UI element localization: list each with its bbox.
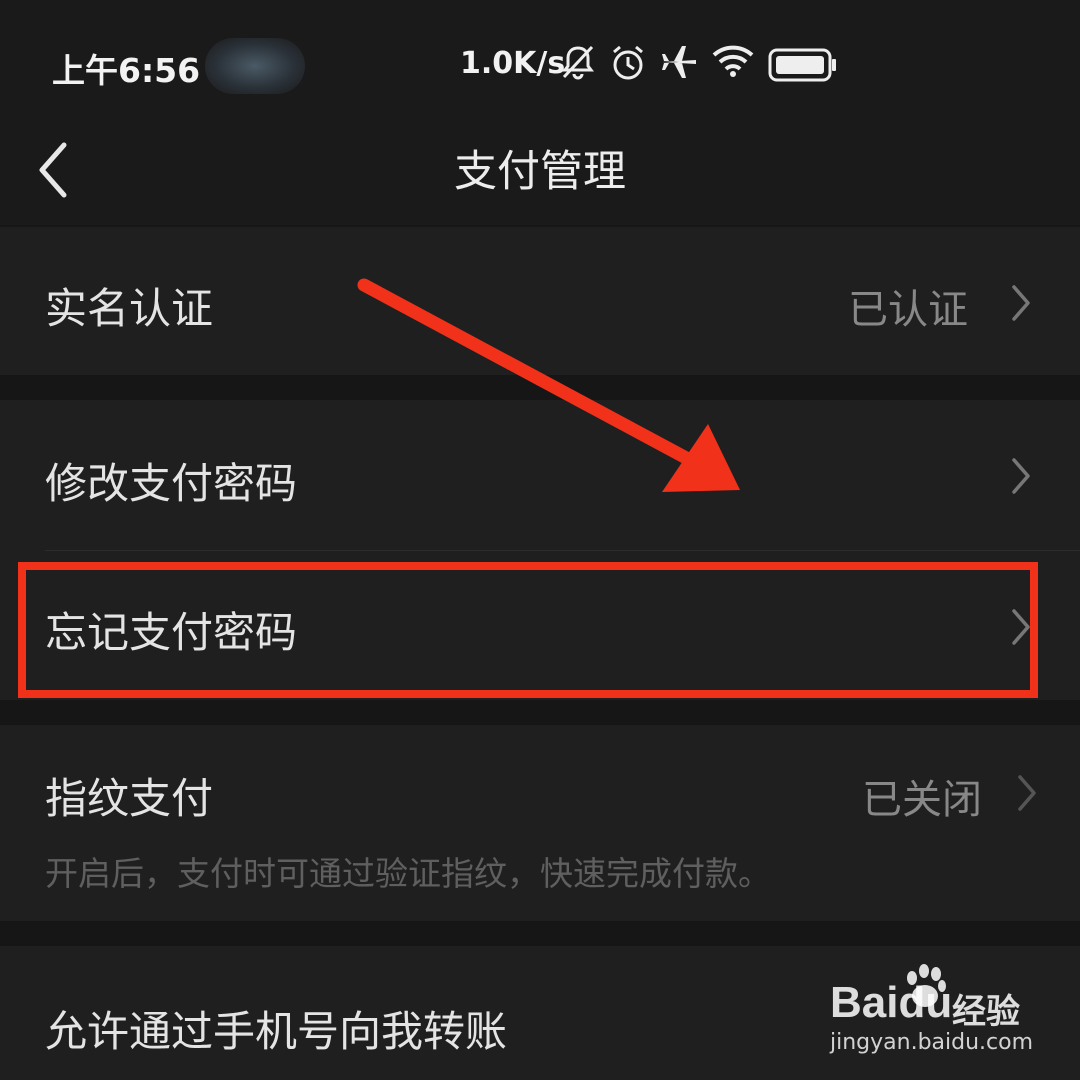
chevron-right-icon [1012, 285, 1030, 321]
status-bar: 上午6:56 1.0K/s [0, 0, 1080, 125]
change-password-label: 修改支付密码 [45, 459, 298, 508]
watermark-brand: Baidu [830, 978, 953, 1027]
chevron-right-icon [1012, 458, 1030, 494]
fingerprint-label: 指纹支付 [45, 774, 214, 823]
chevron-right-icon [1018, 775, 1036, 811]
mute-bell-icon [562, 45, 594, 80]
highlight-box-annotation [18, 562, 1038, 698]
battery-icon [768, 48, 836, 82]
airplane-icon [662, 46, 696, 78]
status-time: 上午6:56 [52, 51, 201, 90]
real-name-label: 实名认证 [45, 284, 214, 333]
real-name-row[interactable]: 实名认证 已认证 [0, 227, 1080, 375]
page-title: 支付管理 [454, 147, 626, 197]
alarm-icon [613, 45, 643, 80]
baidu-watermark: Baidu 经验 jingyan.baidu.com [830, 962, 1050, 1062]
fingerprint-status: 已关闭 [862, 777, 982, 823]
real-name-status: 已认证 [848, 287, 968, 333]
network-speed: 1.0K/s [460, 46, 566, 81]
watermark-url: jingyan.baidu.com [830, 1030, 1034, 1055]
phone-transfer-label: 允许通过手机号向我转账 [45, 1007, 508, 1056]
blurred-notification-icon [205, 38, 305, 94]
fingerprint-row[interactable]: 指纹支付 已关闭 开启后，支付时可通过验证指纹，快速完成付款。 [0, 725, 1080, 921]
wifi-icon [712, 45, 754, 77]
fingerprint-description: 开启后，支付时可通过验证指纹，快速完成付款。 [45, 854, 771, 893]
nav-bar: 支付管理 [0, 125, 1080, 225]
change-password-row[interactable]: 修改支付密码 [0, 400, 1080, 550]
watermark-suffix: 经验 [952, 992, 1020, 1032]
